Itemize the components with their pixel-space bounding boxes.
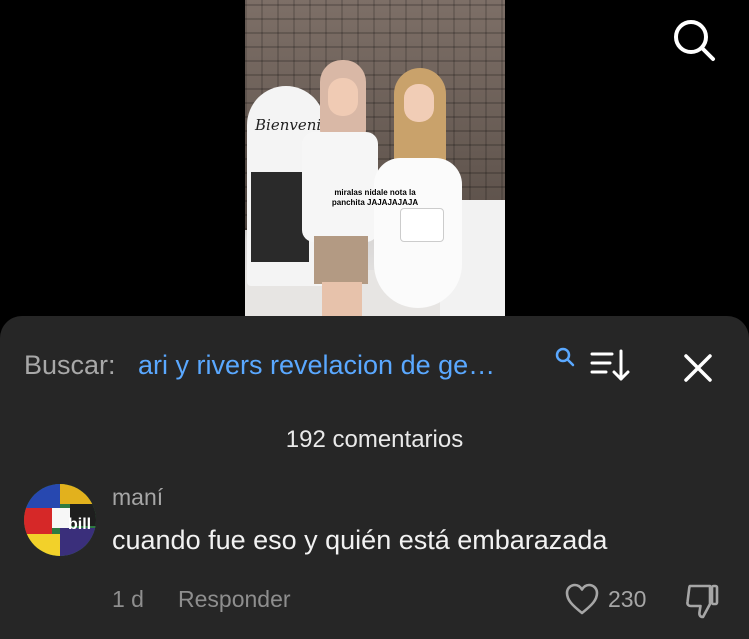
comment-text: cuando fue eso y quién está embarazada [112, 525, 608, 555]
reply-button[interactable]: Responder [178, 586, 291, 613]
search-icon[interactable] [672, 18, 716, 62]
video-frame[interactable]: Bienveni miralas nidale nota la panchita… [245, 0, 505, 320]
comment-time: 1 d [112, 586, 144, 612]
video-caption: miralas nidale nota la panchita JAJAJAJA… [331, 188, 419, 207]
heart-icon[interactable] [564, 582, 600, 616]
search-icon[interactable] [554, 346, 576, 368]
comment-count: 192 comentarios [285, 426, 464, 453]
close-icon[interactable] [680, 350, 716, 386]
sort-icon[interactable] [590, 348, 630, 382]
search-query-link[interactable]: ari y rivers revelacion de ge… [138, 350, 550, 381]
handbag [400, 208, 444, 242]
like-count: 230 [608, 586, 647, 612]
video-area[interactable]: Bienveni miralas nidale nota la panchita… [0, 0, 749, 320]
avatar-text: bill [68, 516, 92, 533]
search-label: Buscar: [24, 350, 116, 380]
comment-author[interactable]: maní [112, 484, 163, 511]
comments-panel: Buscar: ari y rivers revelacion de ge… 1… [0, 316, 749, 639]
avatar[interactable]: bill [24, 484, 96, 556]
thumbs-down-icon[interactable] [684, 582, 720, 620]
comment-search-row[interactable]: Buscar: ari y rivers revelacion de ge… [24, 346, 724, 382]
